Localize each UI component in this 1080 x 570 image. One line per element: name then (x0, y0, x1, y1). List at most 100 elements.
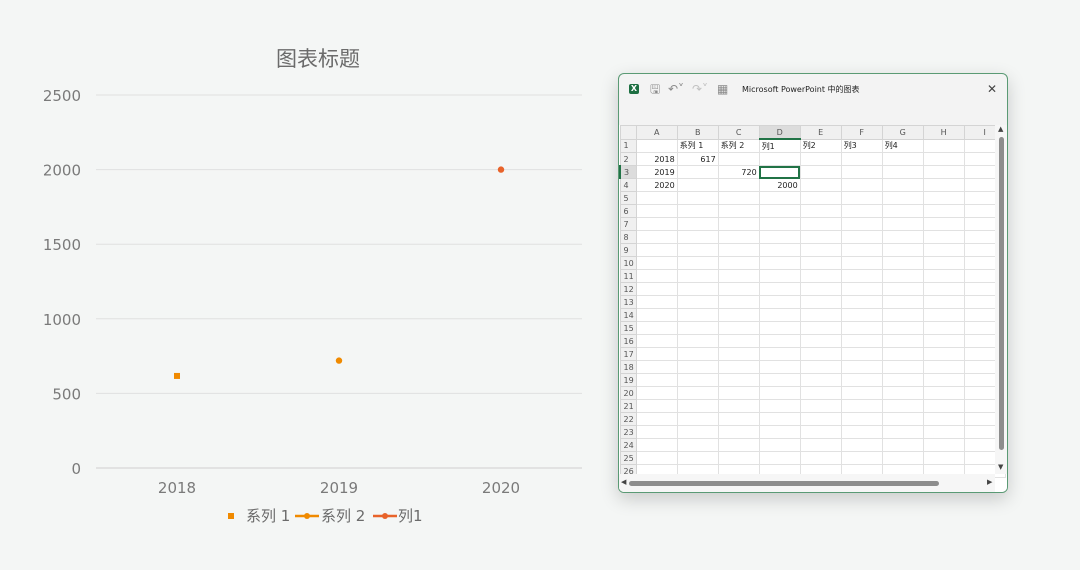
cell[interactable] (799, 243, 842, 257)
cell[interactable] (717, 438, 760, 452)
cell[interactable] (922, 425, 965, 439)
cell[interactable] (922, 347, 965, 361)
row-header[interactable]: 20 (619, 386, 637, 400)
cell[interactable] (676, 243, 719, 257)
cell[interactable] (799, 165, 842, 179)
cell[interactable] (840, 321, 883, 335)
cell[interactable] (840, 438, 883, 452)
cell[interactable] (881, 451, 924, 465)
cell[interactable] (635, 438, 678, 452)
cell[interactable] (635, 230, 678, 244)
cell[interactable] (881, 438, 924, 452)
horizontal-scrollbar[interactable]: ◀ ▶ (619, 474, 995, 492)
cell[interactable] (717, 308, 760, 322)
cell[interactable] (717, 451, 760, 465)
scroll-up-icon[interactable]: ▲ (998, 125, 1003, 133)
cell[interactable] (881, 269, 924, 283)
cell[interactable] (881, 386, 924, 400)
cell[interactable] (676, 204, 719, 218)
cell[interactable] (758, 217, 801, 231)
cell[interactable] (635, 386, 678, 400)
cell[interactable] (922, 217, 965, 231)
cell[interactable] (799, 178, 842, 192)
cell[interactable] (922, 295, 965, 309)
cell[interactable] (840, 269, 883, 283)
cell[interactable] (840, 295, 883, 309)
cell[interactable] (635, 217, 678, 231)
cell[interactable] (635, 425, 678, 439)
cell[interactable] (799, 269, 842, 283)
cell[interactable] (799, 412, 842, 426)
cell[interactable]: 系列 1 (676, 138, 719, 153)
cell[interactable]: 2000 (758, 178, 801, 192)
cell[interactable] (635, 347, 678, 361)
cell[interactable] (840, 373, 883, 387)
cell[interactable] (676, 217, 719, 231)
cell[interactable] (799, 256, 842, 270)
cell[interactable] (922, 165, 965, 179)
cell[interactable] (881, 347, 924, 361)
row-header[interactable]: 9 (619, 243, 637, 257)
cell[interactable] (840, 412, 883, 426)
row-header[interactable]: 11 (619, 269, 637, 283)
cell[interactable] (799, 295, 842, 309)
column-header[interactable]: C (717, 125, 760, 140)
cell[interactable] (635, 334, 678, 348)
row-header[interactable]: 2 (619, 152, 637, 166)
scroll-down-icon[interactable]: ▼ (998, 463, 1003, 471)
cell[interactable] (840, 230, 883, 244)
cell[interactable] (922, 308, 965, 322)
cell[interactable] (922, 399, 965, 413)
cell[interactable] (717, 373, 760, 387)
cell[interactable] (881, 425, 924, 439)
cell[interactable] (922, 282, 965, 296)
cell[interactable] (758, 204, 801, 218)
row-header[interactable]: 14 (619, 308, 637, 322)
cell[interactable] (840, 386, 883, 400)
cell[interactable] (922, 386, 965, 400)
cell[interactable] (840, 152, 883, 166)
cell[interactable] (676, 386, 719, 400)
cell[interactable] (840, 308, 883, 322)
cell[interactable] (840, 165, 883, 179)
cell[interactable] (758, 191, 801, 205)
cell[interactable] (881, 230, 924, 244)
cell[interactable] (676, 412, 719, 426)
cell[interactable] (758, 295, 801, 309)
cell[interactable] (799, 399, 842, 413)
cell[interactable] (635, 269, 678, 283)
cell[interactable]: 系列 2 (717, 138, 760, 153)
cell[interactable] (799, 425, 842, 439)
cell[interactable] (635, 412, 678, 426)
cell[interactable] (676, 230, 719, 244)
cell[interactable] (676, 373, 719, 387)
cell[interactable] (758, 334, 801, 348)
cell[interactable] (717, 334, 760, 348)
cell[interactable] (758, 347, 801, 361)
cell[interactable] (840, 360, 883, 374)
column-header[interactable]: B (676, 125, 719, 140)
row-header[interactable]: 25 (619, 451, 637, 465)
row-header[interactable]: 21 (619, 399, 637, 413)
cell[interactable] (840, 178, 883, 192)
cell[interactable] (676, 321, 719, 335)
cell[interactable] (799, 308, 842, 322)
cell[interactable] (799, 217, 842, 231)
cell[interactable]: 列3 (840, 138, 883, 153)
edit-data-icon[interactable]: ▦ (717, 82, 728, 96)
cell[interactable] (758, 165, 801, 179)
row-header[interactable]: 6 (619, 204, 637, 218)
row-header[interactable]: 5 (619, 191, 637, 205)
cell[interactable] (758, 373, 801, 387)
cell[interactable] (840, 451, 883, 465)
cell[interactable] (840, 347, 883, 361)
cell[interactable] (758, 282, 801, 296)
cell[interactable] (758, 152, 801, 166)
cell[interactable] (635, 373, 678, 387)
cell[interactable] (676, 256, 719, 270)
cell[interactable] (758, 360, 801, 374)
row-header[interactable]: 8 (619, 230, 637, 244)
cell[interactable] (922, 334, 965, 348)
row-header[interactable]: 16 (619, 334, 637, 348)
cell[interactable] (799, 282, 842, 296)
